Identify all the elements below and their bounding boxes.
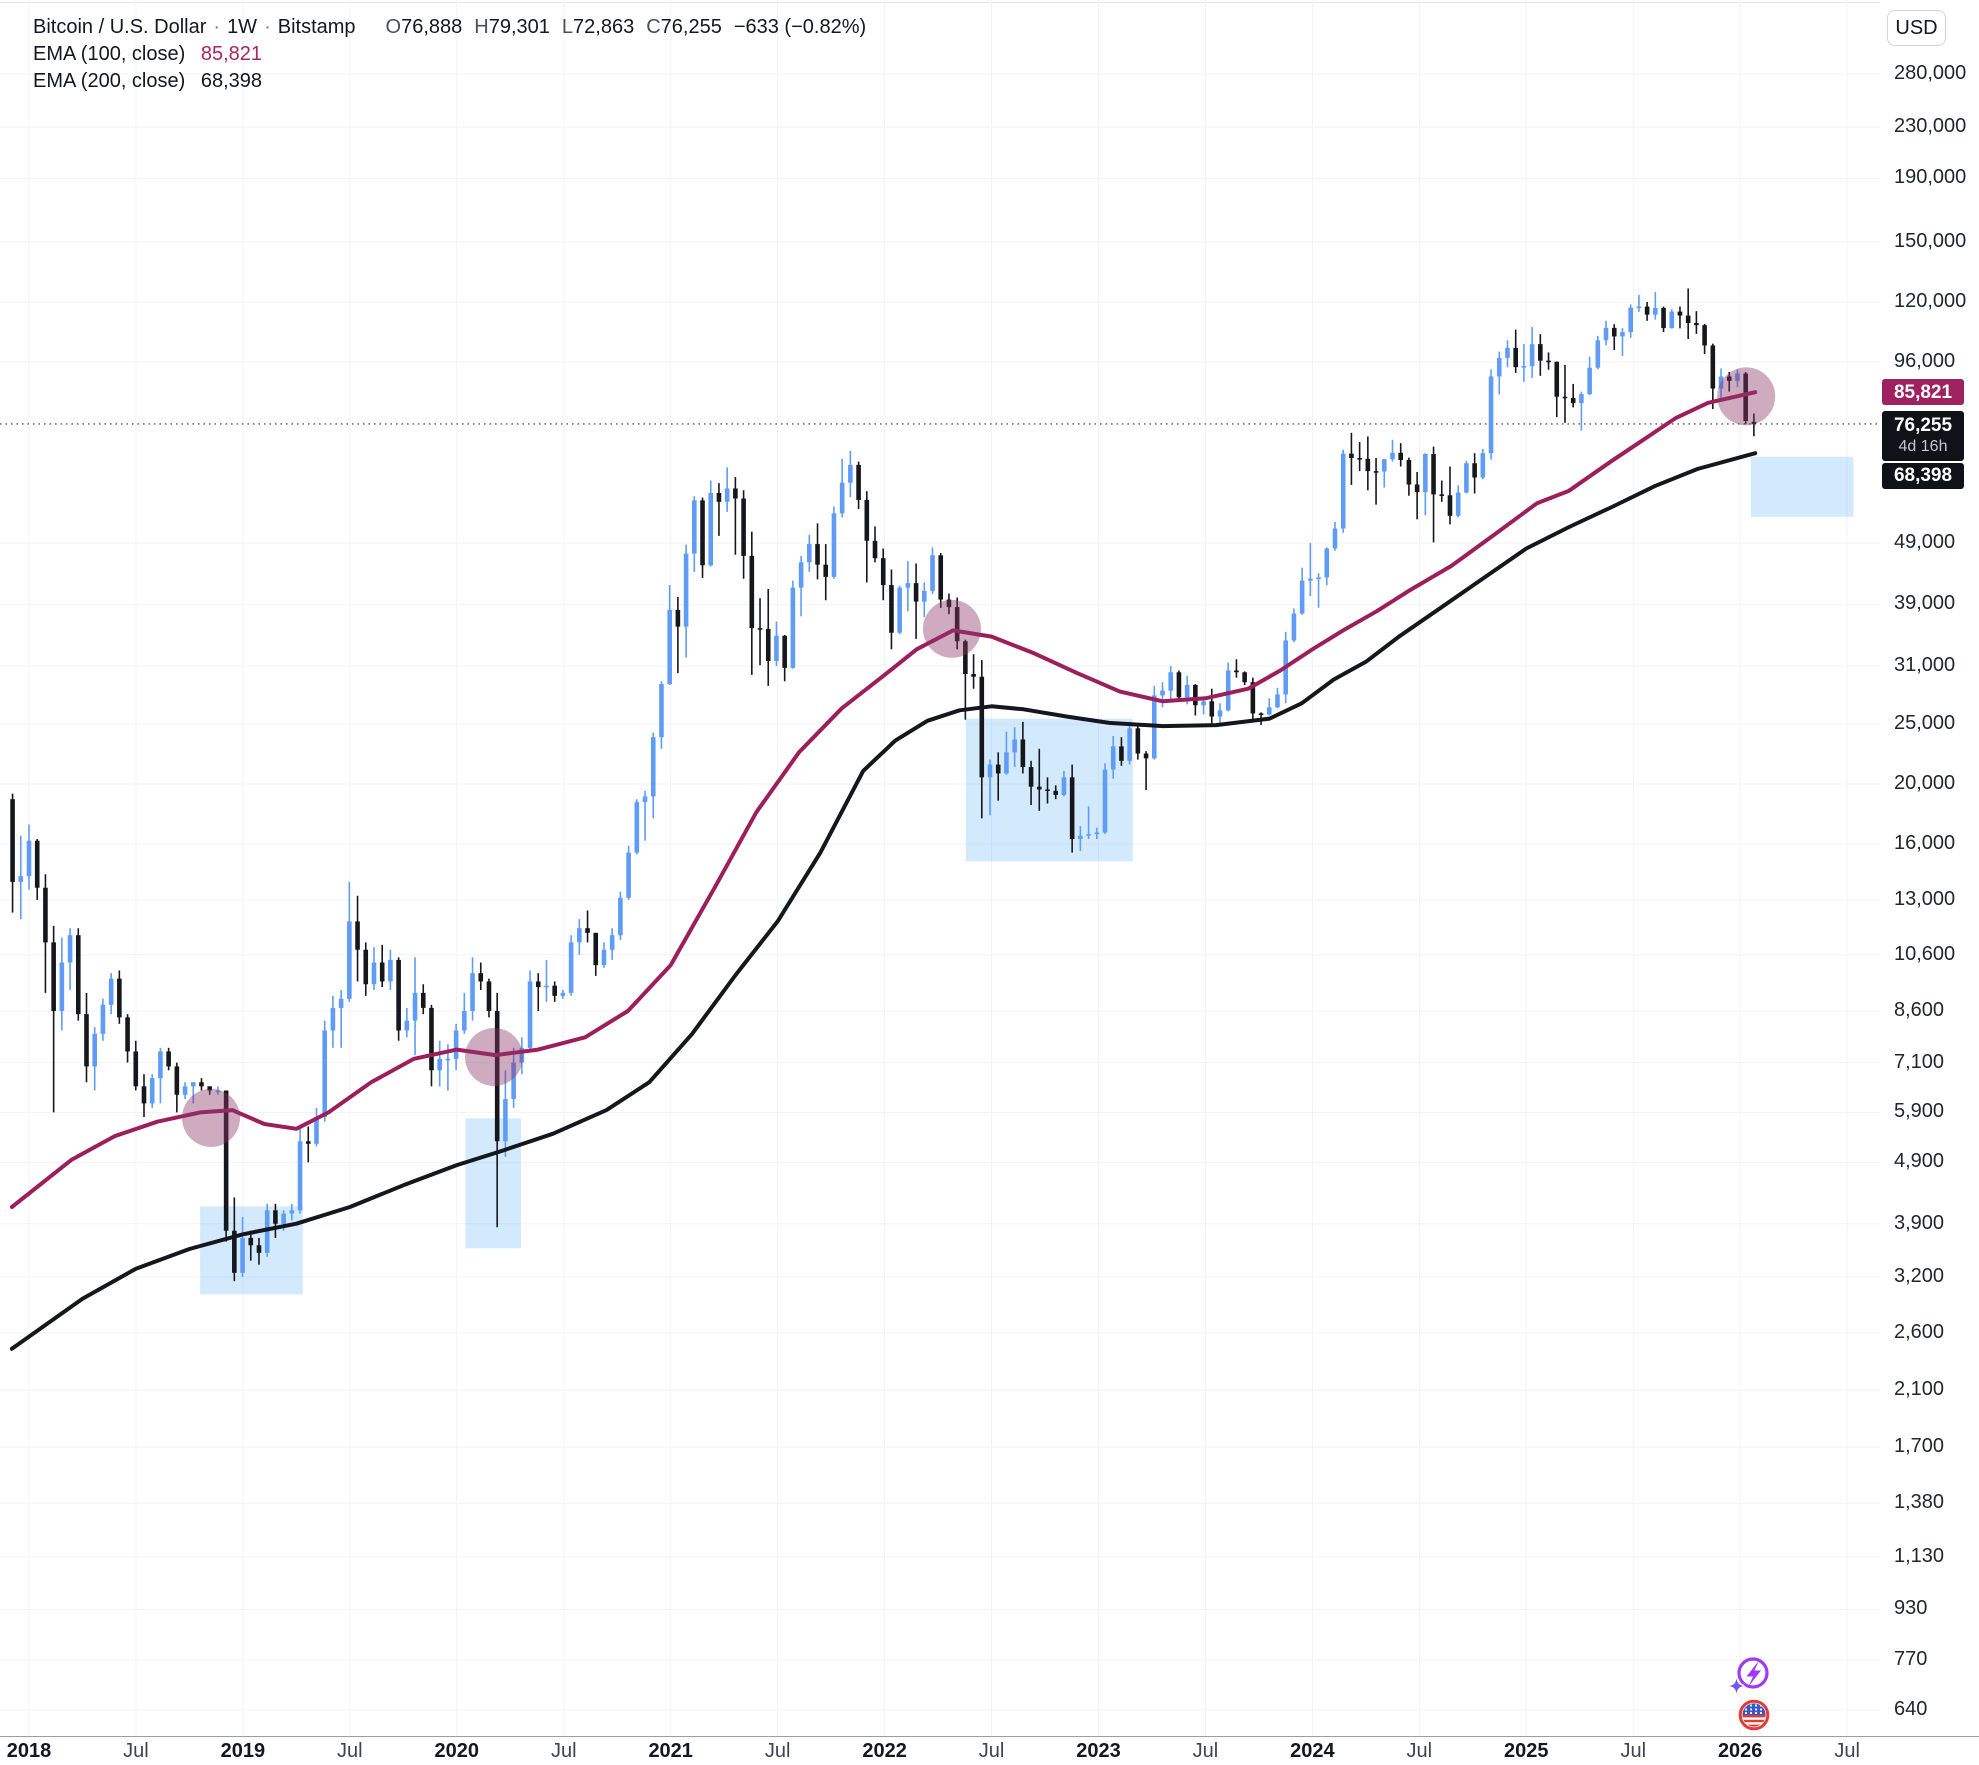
indicator-row-ema200[interactable]: EMA (200, close) 68,398 — [33, 68, 866, 94]
high-value: 79,301 — [489, 16, 550, 38]
change-value: −633 (−0.82%) — [734, 16, 866, 38]
us-flag-icon[interactable] — [1740, 1701, 1768, 1729]
price-tick-label: 190,000 — [1894, 166, 1966, 189]
chart-layers — [0, 0, 1880, 1737]
open-label: O — [386, 16, 402, 38]
currency-toggle-button[interactable]: USD — [1887, 10, 1946, 46]
highlight-rect[interactable] — [465, 1118, 521, 1248]
highlight-circle[interactable] — [465, 1028, 523, 1086]
ema100-line[interactable] — [12, 392, 1755, 1207]
price-chart-pane[interactable] — [0, 0, 1880, 1737]
price-tick-label: 640 — [1894, 1698, 1927, 1721]
time-tick-label: 2018 — [0, 1740, 69, 1763]
price-tick-label: 230,000 — [1894, 115, 1966, 138]
candles-series — [10, 288, 1756, 1281]
tradingview-chart-window: Bitcoin / U.S. Dollar · 1W · Bitstamp O76,888… — [0, 0, 1979, 1765]
exchange-label[interactable]: Bitstamp — [278, 16, 356, 38]
ohlc-readout: O76,888 H79,301 L72,863 C76,255 −633 (−0.82%… — [374, 16, 867, 38]
highlight-circle[interactable] — [182, 1089, 240, 1147]
time-tick-label: 2021 — [631, 1740, 711, 1763]
close-label: C — [646, 16, 660, 38]
price-axis[interactable]: USD 280,000 230,000 190,000 150,000 120,000 9… — [1880, 0, 1979, 1736]
close-value: 76,255 — [661, 16, 722, 38]
price-tick-label: 7,100 — [1894, 1051, 1944, 1074]
ema200-label: EMA (200, close) — [33, 70, 185, 92]
time-tick-label: Jul — [738, 1740, 818, 1763]
time-tick-label: 2025 — [1486, 1740, 1566, 1763]
time-tick-label: 2019 — [203, 1740, 283, 1763]
time-tick-label: 2022 — [845, 1740, 925, 1763]
price-tick-label: 5,900 — [1894, 1100, 1944, 1123]
price-tick-label: 49,000 — [1894, 531, 1955, 554]
chart-legend: Bitcoin / U.S. Dollar · 1W · Bitstamp O76,888… — [33, 14, 866, 94]
separator-dot: · — [264, 16, 271, 38]
price-tick-label: 20,000 — [1894, 772, 1955, 795]
price-tick-label: 280,000 — [1894, 62, 1966, 85]
ema200-value: 68,398 — [201, 70, 262, 92]
time-tick-label: 2026 — [1700, 1740, 1780, 1763]
time-tick-label: Jul — [1379, 1740, 1459, 1763]
ema100-value: 85,821 — [201, 43, 262, 65]
price-tick-label: 39,000 — [1894, 592, 1955, 615]
price-tick-label: 150,000 — [1894, 230, 1966, 253]
time-tick-label: Jul — [1165, 1740, 1245, 1763]
time-tick-label: Jul — [952, 1740, 1032, 1763]
time-tick-label: Jul — [310, 1740, 390, 1763]
price-tick-label: 930 — [1894, 1597, 1927, 1620]
high-label: H — [474, 16, 488, 38]
time-tick-label: Jul — [1593, 1740, 1673, 1763]
price-tick-label: 10,600 — [1894, 943, 1955, 966]
price-tick-label: 2,100 — [1894, 1378, 1944, 1401]
ema100-label: EMA (100, close) — [33, 43, 185, 65]
highlight-circle[interactable] — [923, 600, 981, 658]
time-tick-label: 2024 — [1272, 1740, 1352, 1763]
price-tick-label: 120,000 — [1894, 290, 1966, 313]
last-price-badge: 76,2554d 16h — [1882, 411, 1964, 461]
open-value: 76,888 — [401, 16, 462, 38]
price-tick-label: 770 — [1894, 1648, 1927, 1671]
price-tick-label: 1,130 — [1894, 1545, 1944, 1568]
price-tick-label: 31,000 — [1894, 654, 1955, 677]
time-axis[interactable]: 2018 Jul 2019 Jul 2020 Jul 2021 Jul 2022 Jul 2023 J… — [0, 1737, 1979, 1765]
low-value: 72,863 — [573, 16, 634, 38]
symbol-title[interactable]: Bitcoin / U.S. Dollar — [33, 16, 206, 38]
price-tick-label: 2,600 — [1894, 1321, 1944, 1344]
time-tick-label: Jul — [524, 1740, 604, 1763]
time-tick-label: 2020 — [417, 1740, 497, 1763]
price-tick-label: 4,900 — [1894, 1150, 1944, 1173]
separator-dot: · — [213, 16, 220, 38]
price-tick-label: 3,900 — [1894, 1212, 1944, 1235]
price-tick-label: 13,000 — [1894, 888, 1955, 911]
interval-label[interactable]: 1W — [227, 16, 257, 38]
price-tick-label: 25,000 — [1894, 712, 1955, 735]
time-tick-label: Jul — [96, 1740, 176, 1763]
price-tick-label: 96,000 — [1894, 350, 1955, 373]
ema200-price-badge: 68,398 — [1882, 463, 1964, 489]
time-tick-label: Jul — [1807, 1740, 1887, 1763]
price-tick-label: 1,380 — [1894, 1491, 1944, 1514]
price-tick-label: 1,700 — [1894, 1435, 1944, 1458]
highlight-circle[interactable] — [1717, 367, 1775, 425]
lightning-bolt-icon[interactable] — [1729, 1659, 1767, 1694]
price-tick-label: 3,200 — [1894, 1265, 1944, 1288]
price-tick-label: 16,000 — [1894, 832, 1955, 855]
grid — [0, 0, 1880, 1737]
indicator-row-ema100[interactable]: EMA (100, close) 85,821 — [33, 41, 866, 67]
price-tick-label: 8,600 — [1894, 999, 1944, 1022]
ema100-price-badge: 85,821 — [1882, 379, 1964, 405]
time-tick-label: 2023 — [1059, 1740, 1139, 1763]
low-label: L — [562, 16, 573, 38]
highlight-rect[interactable] — [1751, 457, 1854, 517]
